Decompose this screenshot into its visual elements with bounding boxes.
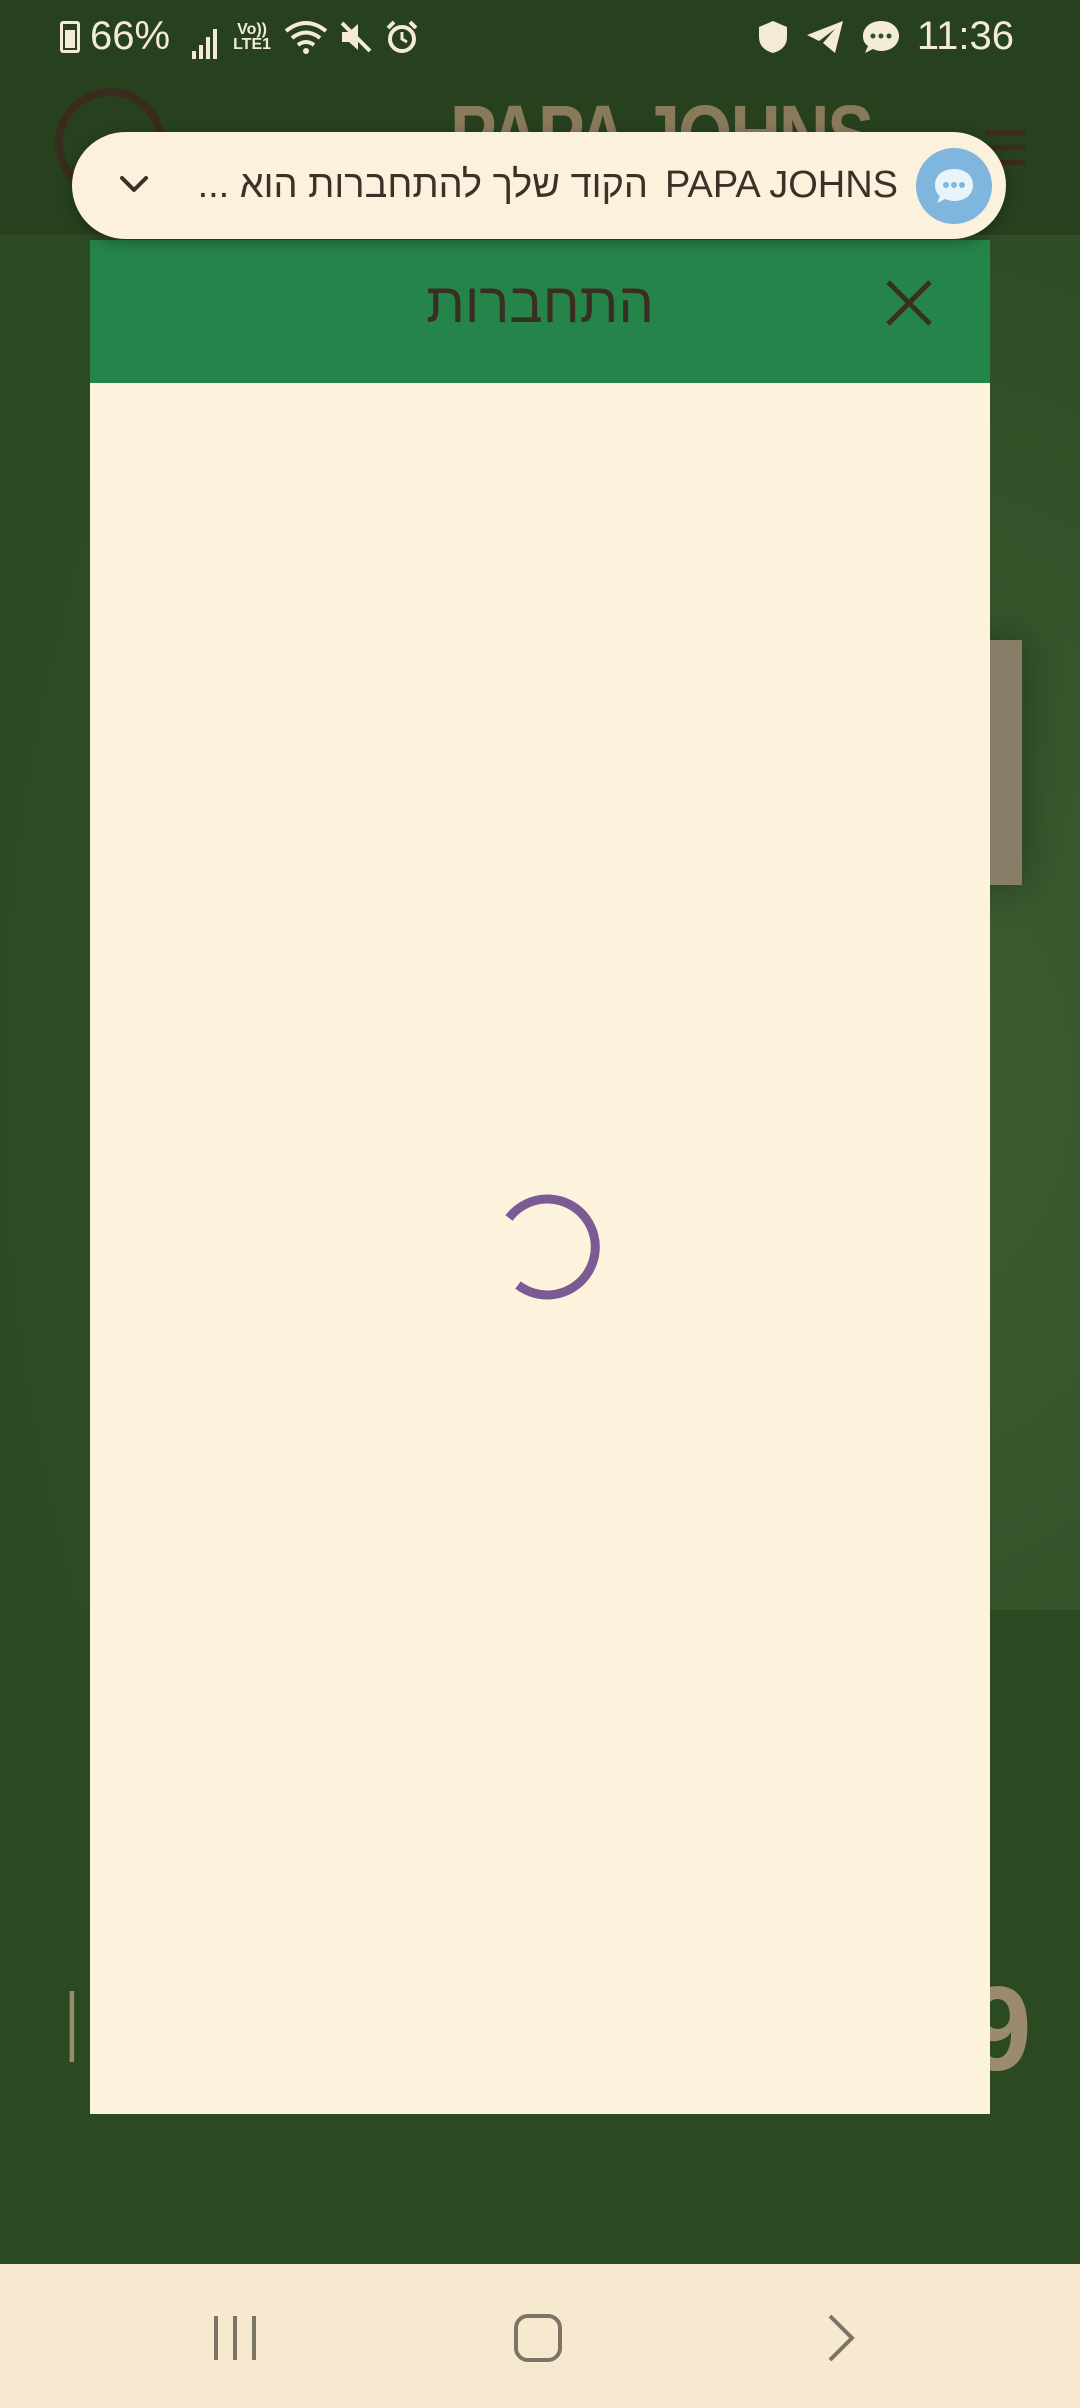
- dialog-title: התחברות: [426, 271, 654, 334]
- message-icon: [862, 20, 899, 53]
- back-icon[interactable]: [822, 2312, 858, 2364]
- notification-app-name: PAPA JOHNS: [665, 164, 898, 206]
- chevron-down-icon[interactable]: [112, 162, 156, 206]
- dialog-header: התחברות: [90, 240, 990, 383]
- system-nav-bar: [0, 2264, 1080, 2408]
- shield-icon: [758, 20, 787, 53]
- battery-icon: [60, 20, 80, 53]
- notification-message: הקוד שלך להתחברות הוא ...: [197, 164, 648, 206]
- heads-up-notification[interactable]: PAPA JOHNS הקוד שלך להתחברות הוא ...: [72, 132, 1006, 239]
- signal-icon: [192, 14, 220, 59]
- recents-icon[interactable]: [210, 2312, 260, 2364]
- close-icon[interactable]: [882, 276, 936, 330]
- clock: 11:36: [916, 14, 1014, 58]
- login-dialog: התחברות: [90, 240, 990, 2114]
- status-bar: 66% Vo)) LTE1 11:36: [0, 0, 1080, 75]
- alarm-icon: [386, 20, 418, 53]
- loading-spinner: [505, 1194, 600, 1300]
- telegram-icon: [806, 20, 843, 53]
- home-icon[interactable]: [512, 2312, 564, 2364]
- network-type: Vo)) LTE1: [233, 20, 272, 53]
- wifi-icon: [284, 20, 328, 54]
- mute-icon: [340, 21, 372, 52]
- chat-bubble-icon: [916, 148, 992, 224]
- battery-level: 66%: [90, 14, 171, 58]
